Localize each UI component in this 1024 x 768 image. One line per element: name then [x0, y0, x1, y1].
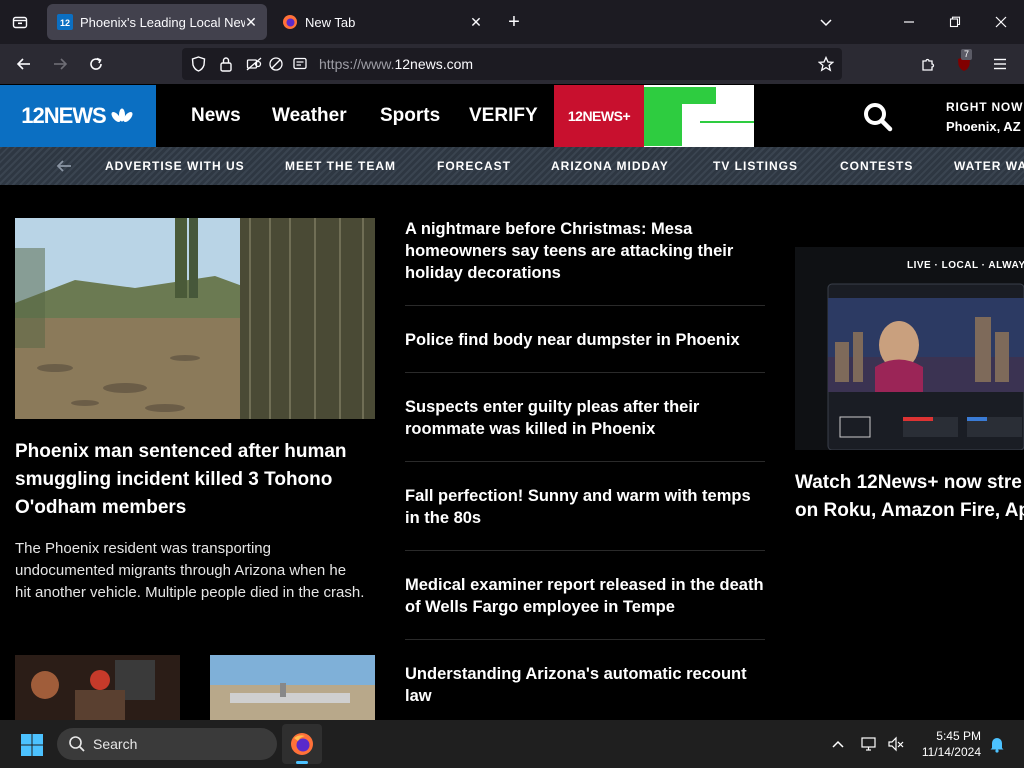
minimize-window-icon[interactable] [897, 10, 921, 34]
subnav-water-wars[interactable]: WATER WA [954, 159, 1024, 173]
promo-logo-text: 12NEWS+ [567, 108, 631, 124]
windows-start-icon[interactable] [20, 733, 44, 757]
story-divider [405, 639, 765, 640]
tab-list-icon[interactable] [8, 10, 32, 34]
site-logo[interactable]: 12NEWS [0, 85, 156, 147]
subnav-contests[interactable]: CONTESTS [840, 159, 913, 173]
browser-nav-bar: https://www.12news.com 7 [0, 44, 1024, 84]
story-link[interactable]: Police find body near dumpster in Phoeni… [405, 329, 765, 351]
story-link[interactable]: A nightmare before Christmas: Mesa homeo… [405, 218, 765, 284]
list-all-tabs-chevron-icon[interactable] [814, 10, 838, 34]
shield-icon[interactable] [186, 52, 210, 76]
subnav-left-arrow-icon[interactable] [52, 154, 76, 178]
volume-muted-icon[interactable] [884, 732, 908, 756]
subnav-forecast[interactable]: FORECAST [437, 159, 511, 173]
svg-text:12: 12 [60, 18, 70, 28]
promo-red-panel: 12NEWS+ [554, 85, 644, 147]
hero-image[interactable] [15, 218, 375, 419]
hero-description: The Phoenix resident was transporting un… [15, 540, 365, 601]
close-tab-icon[interactable]: ✕ [243, 14, 259, 30]
right-now-label: RIGHT NOW [946, 100, 1024, 114]
right-now-weather[interactable]: RIGHT NOW Phoenix, AZ [946, 98, 1023, 136]
bookmark-star-icon[interactable] [814, 52, 838, 76]
story-link[interactable]: Suspects enter guilty pleas after their … [405, 396, 765, 440]
sub-nav: ADVERTISE WITH US MEET THE TEAM FORECAST… [0, 147, 1024, 185]
12news-plus-promo-image[interactable]: LIVE · LOCAL · ALWAYS [795, 247, 1024, 450]
browser-tab-strip: 12 Phoenix's Leading Local News: ✕ New T… [0, 0, 1024, 44]
notification-bell-icon[interactable] [985, 732, 1009, 756]
story-divider [405, 550, 765, 551]
tv-screen-illustration [827, 283, 1024, 450]
ublock-shield-icon[interactable]: 7 [952, 49, 976, 76]
tab-title: New Tab [305, 14, 356, 30]
address-bar[interactable]: https://www.12news.com [182, 48, 842, 80]
tab-new-tab[interactable]: New Tab ✕ [272, 4, 492, 40]
search-icon[interactable] [862, 101, 894, 133]
restore-window-icon[interactable] [943, 10, 967, 34]
hamburger-menu-icon[interactable] [988, 52, 1012, 76]
back-arrow-icon[interactable] [12, 52, 36, 76]
thumbnail-image[interactable] [15, 655, 180, 720]
promo-headline-line2: on Roku, Amazon Fire, Ap [795, 500, 1024, 521]
forward-arrow-icon[interactable] [48, 52, 72, 76]
url-scheme: https://www. [319, 56, 395, 72]
firefox-favicon-icon [282, 14, 298, 30]
story-divider [405, 372, 765, 373]
story-link[interactable]: Understanding Arizona's automatic recoun… [405, 663, 765, 707]
tab-title: Phoenix's Leading Local News: [80, 14, 245, 30]
promo-headline-line1: Watch 12News+ now stre [795, 472, 1022, 493]
nav-sports[interactable]: Sports [380, 105, 440, 127]
taskbar-firefox-button[interactable] [282, 724, 322, 764]
site-header: 12NEWS News Weather Sports VERIFY 12NEWS… [0, 85, 1024, 147]
taskbar-search-box[interactable]: Search [57, 728, 277, 760]
firefox-icon [291, 733, 313, 755]
12news-plus-promo[interactable]: 12NEWS+ [554, 85, 754, 147]
taskbar-search-label: Search [93, 736, 138, 752]
right-now-location: Phoenix, AZ [946, 119, 1021, 134]
story-link[interactable]: Medical examiner report released in the … [405, 574, 765, 618]
promo-white-panel [644, 85, 754, 147]
12news-favicon-icon: 12 [57, 14, 73, 30]
show-hidden-icons-chevron-icon[interactable] [826, 732, 850, 756]
tab-12news[interactable]: 12 Phoenix's Leading Local News: ✕ [47, 4, 267, 40]
nav-news[interactable]: News [191, 105, 241, 127]
taskbar-clock[interactable]: 5:45 PM 11/14/2024 [915, 728, 981, 760]
close-window-icon[interactable] [989, 10, 1013, 34]
url-host: 12news.com [394, 56, 474, 72]
story-link[interactable]: Fall perfection! Sunny and warm with tem… [405, 485, 765, 529]
close-tab-icon[interactable]: ✕ [468, 14, 484, 30]
clock-time: 5:45 PM [936, 729, 981, 743]
subnav-arizona-midday[interactable]: ARIZONA MIDDAY [551, 159, 669, 173]
promo-headline[interactable]: Watch 12News+ now stre on Roku, Amazon F… [795, 469, 1024, 525]
permissions-icon[interactable] [242, 52, 266, 76]
reload-icon[interactable] [84, 52, 108, 76]
extensions-puzzle-icon[interactable] [916, 52, 940, 76]
nbc-peacock-icon [111, 108, 133, 122]
thumbnail-image[interactable] [210, 655, 375, 720]
subnav-tv-listings[interactable]: TV LISTINGS [713, 159, 798, 173]
hero-headline[interactable]: Phoenix man sentenced after human smuggl… [15, 438, 365, 522]
search-icon [69, 736, 85, 752]
subnav-meet-the-team[interactable]: MEET THE TEAM [285, 159, 396, 173]
story-divider [405, 305, 765, 306]
nav-weather[interactable]: Weather [272, 105, 347, 127]
logo-text: 12NEWS [21, 103, 106, 128]
nav-verify[interactable]: VERIFY [469, 105, 538, 127]
subnav-advertise[interactable]: ADVERTISE WITH US [105, 159, 245, 173]
new-tab-button[interactable]: + [502, 10, 526, 34]
taskbar: Search 5:45 PM 11/14/2024 [0, 720, 1024, 768]
lock-icon[interactable] [214, 52, 238, 76]
url-text[interactable]: https://www.12news.com [319, 56, 473, 72]
network-icon[interactable] [858, 732, 882, 756]
story-divider [405, 461, 765, 462]
reader-view-icon[interactable] [288, 52, 312, 76]
extension-badge-count: 7 [961, 49, 973, 60]
clock-date: 11/14/2024 [921, 745, 981, 759]
autoplay-blocked-icon[interactable] [264, 52, 288, 76]
